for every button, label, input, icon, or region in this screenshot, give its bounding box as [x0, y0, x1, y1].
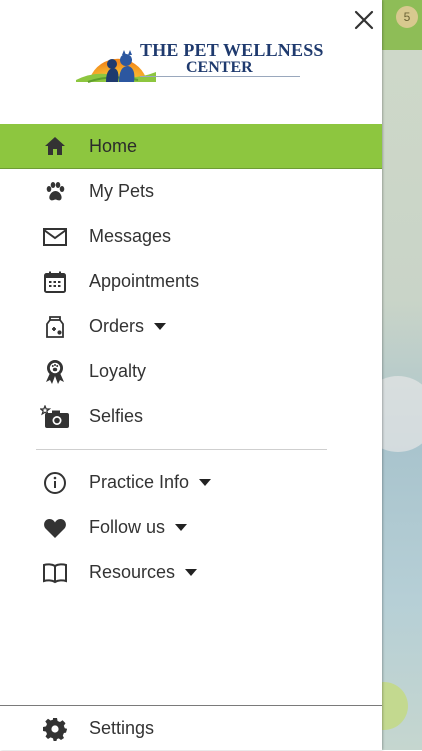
- menu-item-label: Home: [89, 135, 138, 156]
- envelope-icon: [40, 222, 70, 252]
- menu-item-appointments[interactable]: Appointments: [0, 259, 382, 304]
- close-button[interactable]: [350, 6, 378, 34]
- clinic-name-line-2: CENTER: [186, 59, 253, 76]
- home-icon: [40, 131, 70, 161]
- settings-section: Settings: [0, 706, 382, 751]
- practice-info-label-text: Practice Info: [89, 472, 190, 492]
- menu-item-resources[interactable]: Resources: [0, 550, 382, 595]
- menu-item-label: My Pets: [89, 181, 155, 201]
- background-notification-badge: 5: [396, 6, 418, 28]
- background-app: [382, 0, 422, 750]
- book-icon: [40, 558, 70, 588]
- menu-item-follow-us[interactable]: Follow us: [0, 505, 382, 550]
- info-icon: [40, 468, 70, 498]
- secondary-menu: Practice Info Follow us Resources: [0, 460, 382, 595]
- menu-item-selfies[interactable]: Selfies: [0, 394, 382, 439]
- chevron-down-icon: [185, 569, 198, 576]
- menu-divider: [36, 449, 327, 450]
- follow-us-label-text: Follow us: [89, 517, 166, 537]
- menu-item-messages[interactable]: Messages: [0, 214, 382, 259]
- paw-icon: [40, 177, 70, 207]
- chevron-down-icon: [175, 524, 188, 531]
- menu-item-practice-info[interactable]: Practice Info: [0, 460, 382, 505]
- menu-item-my-pets[interactable]: My Pets: [0, 169, 382, 214]
- menu-item-orders[interactable]: Orders: [0, 304, 382, 349]
- heart-icon: [40, 513, 70, 543]
- menu-item-loyalty[interactable]: Loyalty: [0, 349, 382, 394]
- pet-food-bag-icon: [40, 312, 70, 342]
- menu-item-label: Resources: [89, 562, 198, 583]
- menu-item-label: Messages: [89, 226, 172, 246]
- primary-menu: Home My Pets Messages Appointments Order…: [0, 124, 382, 439]
- gear-icon: [40, 714, 70, 744]
- menu-item-label: Orders: [89, 316, 167, 337]
- orders-label-text: Orders: [89, 316, 145, 336]
- navigation-drawer: THE PET WELLNESS CENTER Home My Pets Mes…: [0, 0, 382, 750]
- menu-item-settings[interactable]: Settings: [0, 706, 382, 751]
- clinic-name-line-1: THE PET WELLNESS: [140, 40, 324, 60]
- menu-item-label: Settings: [89, 718, 155, 738]
- menu-item-label: Follow us: [89, 517, 188, 538]
- menu-item-label: Appointments: [89, 271, 200, 291]
- calendar-icon: [40, 267, 70, 297]
- chevron-down-icon: [199, 479, 212, 486]
- camera-star-icon: [40, 402, 70, 432]
- menu-item-label: Practice Info: [89, 472, 212, 493]
- menu-item-label: Loyalty: [89, 361, 147, 381]
- award-ribbon-icon: [40, 357, 70, 387]
- menu-item-home[interactable]: Home: [0, 124, 382, 169]
- chevron-down-icon: [154, 323, 167, 330]
- menu-item-label: Selfies: [89, 406, 144, 426]
- resources-label-text: Resources: [89, 562, 176, 582]
- close-icon: [354, 10, 374, 30]
